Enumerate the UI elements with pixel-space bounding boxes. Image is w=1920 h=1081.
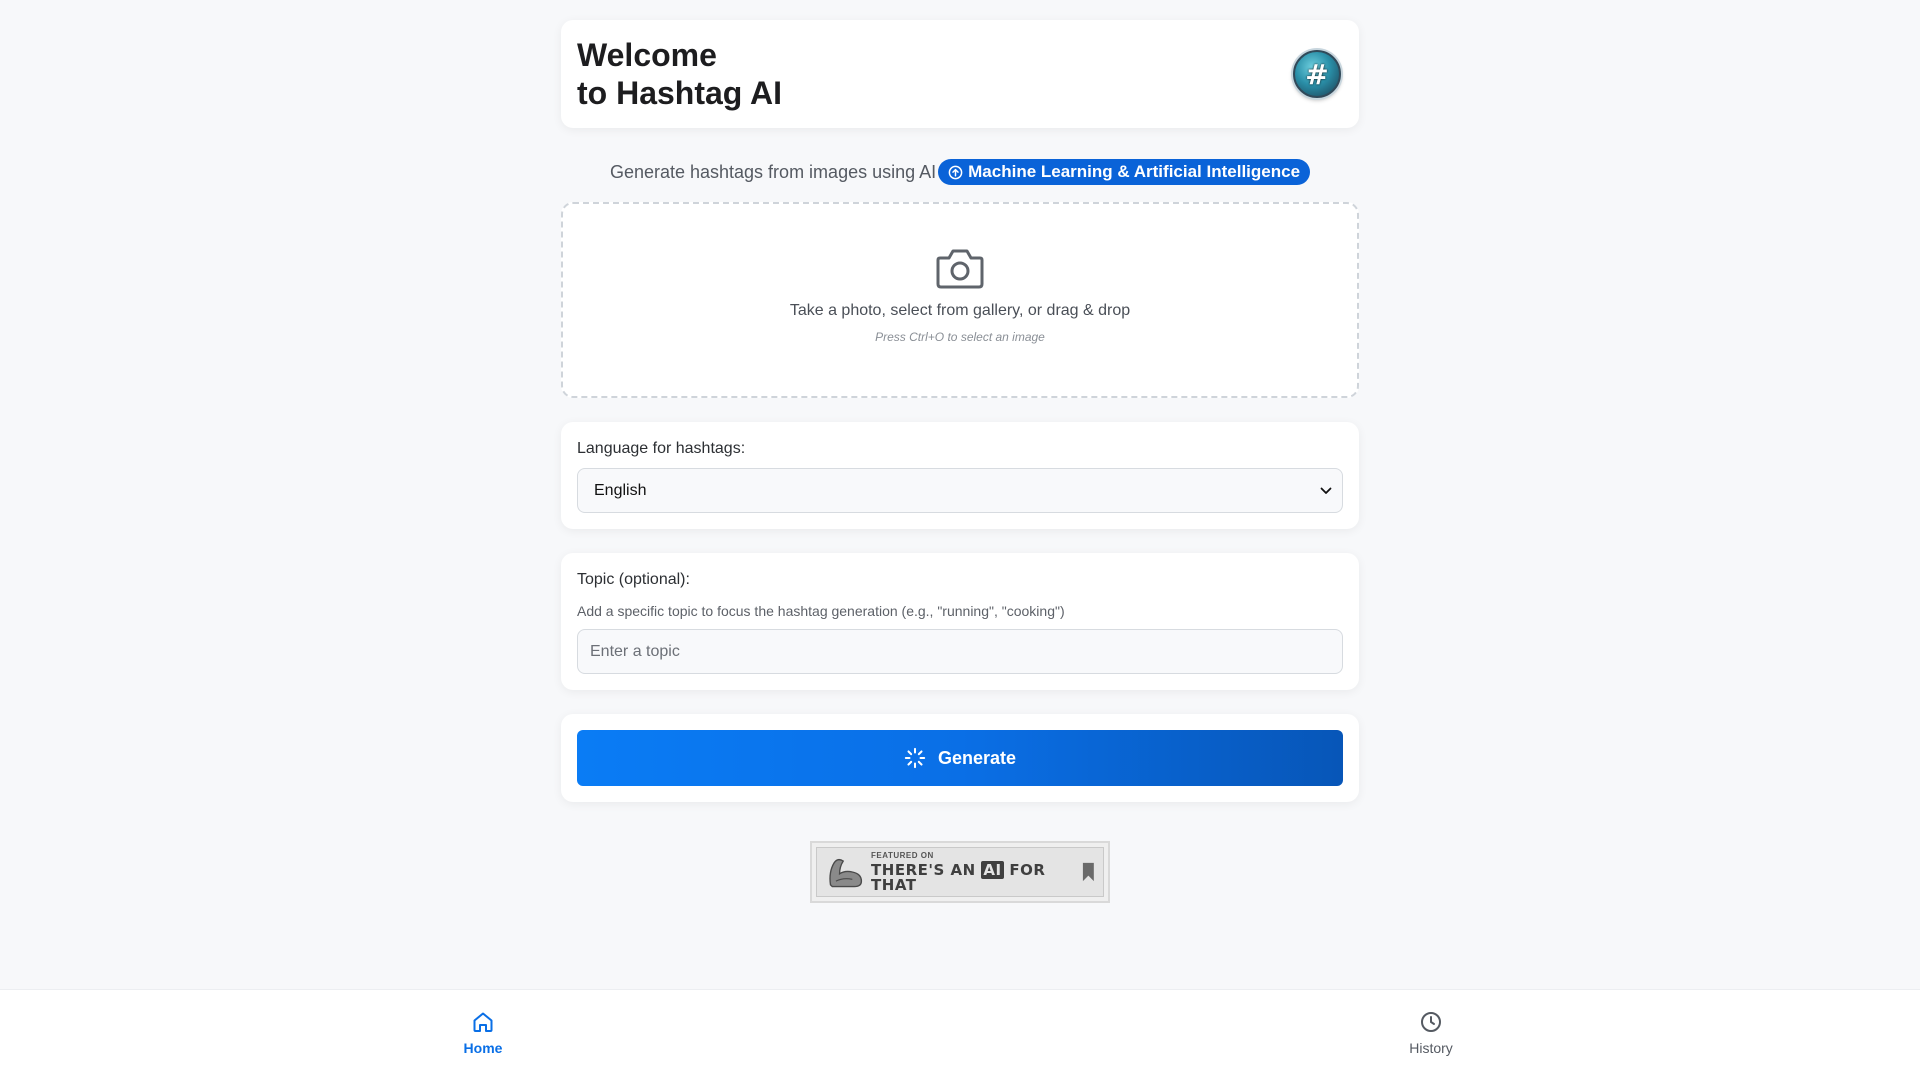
featured-text: FEATURED ON THERE'S AN AI FOR THAT [871,850,1076,893]
topic-placeholder: Enter a topic [590,642,680,660]
header-card: Welcome to Hashtag AI # [561,20,1359,128]
nav-history-label: History [1409,1040,1453,1056]
topic-input[interactable]: Enter a topic [577,629,1343,674]
language-select[interactable]: English [577,468,1343,513]
featured-big-text: THERE'S AN AI FOR THAT [871,860,1076,893]
chevron-down-icon [1320,487,1332,494]
featured-badge-inner: FEATURED ON THERE'S AN AI FOR THAT [816,847,1104,897]
bookmark-icon [1083,862,1095,882]
image-upload-dropzone[interactable]: Take a photo, select from gallery, or dr… [561,202,1359,398]
title-line-1: Welcome [577,37,717,73]
arm-flex-icon [829,858,863,888]
featured-on-badge[interactable]: FEATURED ON THERE'S AN AI FOR THAT [810,841,1110,903]
featured-ai-mark: AI [981,860,1004,879]
clock-icon [1421,1012,1441,1032]
hashtag-logo-icon: # [1293,50,1341,98]
generate-label: Generate [937,747,1017,768]
subtitle-text: Generate hashtags from images using AI [609,161,937,182]
bottom-navigation: Home History [0,989,1920,1081]
language-selected-value: English [594,481,647,499]
logo-symbol: # [1305,57,1329,91]
ml-ai-badge-label: Machine Learning & Artificial Intelligen… [968,162,1301,181]
nav-item-home[interactable]: Home [433,1010,533,1056]
upload-shortcut-hint: Press Ctrl+O to select an image [875,330,1045,344]
language-card: Language for hashtags: English [561,422,1359,529]
featured-small-text: FEATURED ON [871,850,934,860]
topic-label: Topic (optional): [577,571,690,588]
home-icon [473,1012,493,1032]
generate-button[interactable]: Generate [577,730,1343,786]
subtitle-row: Generate hashtags from images using AI M… [561,158,1359,186]
arrow-up-circle-icon [948,165,963,179]
ml-ai-badge: Machine Learning & Artificial Intelligen… [938,159,1311,185]
topic-description: Add a specific topic to focus the hashta… [577,603,1065,619]
language-label: Language for hashtags: [577,440,746,457]
camera-icon [936,249,984,289]
upload-instruction: Take a photo, select from gallery, or dr… [789,302,1131,319]
loading-spinner-icon [904,747,926,769]
generate-card: Generate [561,714,1359,802]
title-line-2: to Hashtag AI [577,75,783,111]
page-title: Welcome to Hashtag AI [577,36,782,112]
nav-item-history[interactable]: History [1381,1010,1481,1056]
main-content: Welcome to Hashtag AI # Generate hashtag… [561,20,1359,802]
topic-card: Topic (optional): Add a specific topic t… [561,553,1359,690]
nav-home-label: Home [463,1040,503,1056]
